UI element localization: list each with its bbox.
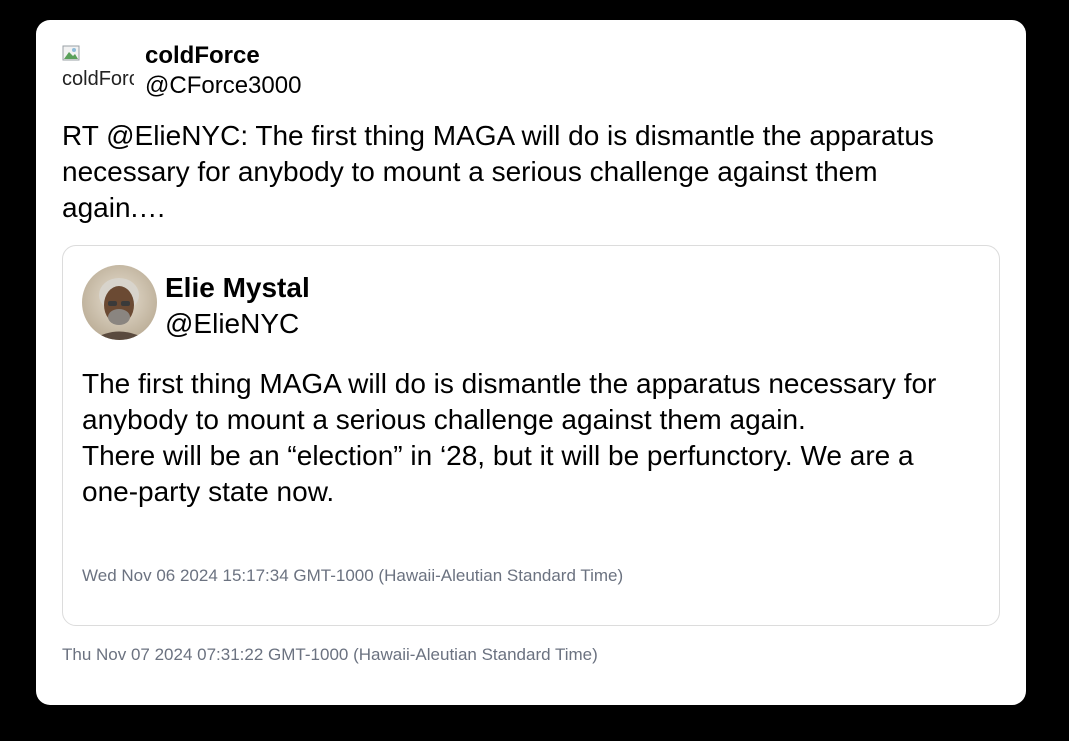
quoted-author-name[interactable]: Elie Mystal — [165, 272, 310, 304]
author-name[interactable]: coldForce — [145, 42, 260, 70]
avatar-photo — [82, 265, 157, 340]
quoted-author-avatar[interactable] — [82, 265, 157, 340]
quoted-timestamp: Wed Nov 06 2024 15:17:34 GMT-1000 (Hawai… — [82, 566, 624, 585]
broken-image-icon — [62, 45, 80, 61]
tweet-timestamp: Thu Nov 07 2024 07:31:22 GMT-1000 (Hawai… — [62, 645, 598, 664]
user-avatar[interactable]: coldForce — [62, 42, 134, 90]
quoted-author-handle[interactable]: @ElieNYC — [165, 308, 299, 340]
tweet-card: coldForce coldForce @CForce3000 RT @Elie… — [36, 20, 1026, 705]
quoted-text-paragraph-2: There will be an “election” in ‘28, but … — [82, 440, 914, 507]
quoted-text-paragraph-1: The first thing MAGA will do is dismantl… — [82, 368, 937, 435]
avatar-alt-text: coldForce — [62, 68, 134, 90]
quoted-tweet[interactable]: Elie Mystal @ElieNYC The first thing MAG… — [62, 245, 1000, 626]
author-handle[interactable]: @CForce3000 — [145, 72, 301, 100]
quoted-tweet-text: The first thing MAGA will do is dismantl… — [82, 366, 962, 510]
tweet-text: RT @ElieNYC: The first thing MAGA will d… — [62, 120, 934, 223]
